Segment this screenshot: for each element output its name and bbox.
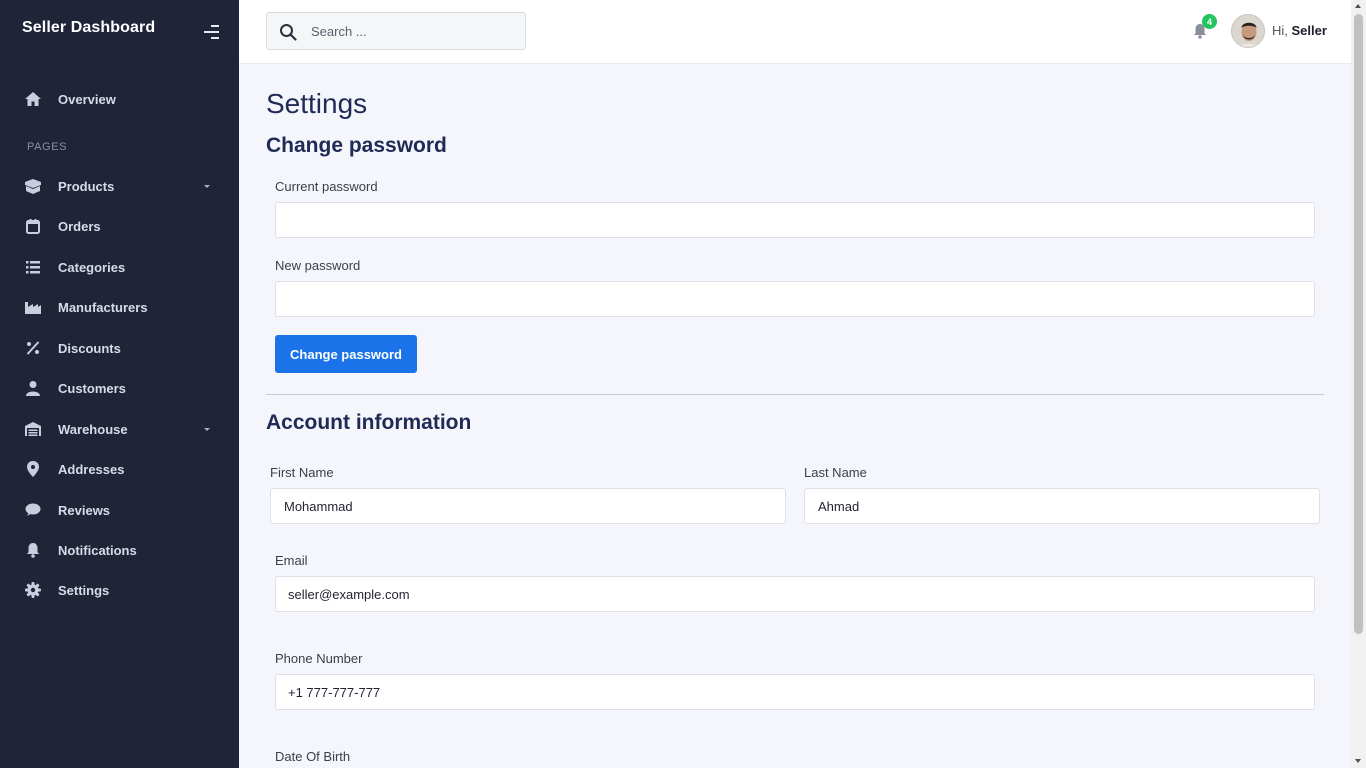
sidebar-item-overview[interactable]: Overview bbox=[0, 81, 239, 117]
sidebar-item-orders[interactable]: Orders bbox=[0, 208, 239, 244]
sidebar-item-label: Warehouse bbox=[58, 421, 128, 437]
chevron-down-icon bbox=[204, 428, 210, 431]
user-name: Seller bbox=[1291, 23, 1327, 38]
search-icon[interactable] bbox=[279, 23, 297, 41]
phone-number-label: Phone Number bbox=[275, 651, 363, 666]
search-box[interactable] bbox=[266, 12, 526, 50]
page-title: Settings bbox=[266, 88, 368, 119]
greeting-prefix: Hi, bbox=[1272, 23, 1292, 38]
current-password-label: Current password bbox=[275, 179, 378, 194]
chevron-down-icon bbox=[204, 185, 210, 188]
sidebar-item-label: Overview bbox=[58, 91, 116, 107]
scroll-up-arrow-icon[interactable] bbox=[1355, 4, 1361, 8]
menu-toggle-icon[interactable] bbox=[201, 22, 223, 42]
sidebar-item-manufacturers[interactable]: Manufacturers bbox=[0, 289, 239, 325]
sidebar-item-addresses[interactable]: Addresses bbox=[0, 451, 239, 487]
new-password-field[interactable] bbox=[275, 281, 1315, 317]
sidebar-item-label: Categories bbox=[58, 259, 126, 275]
phone-number-field[interactable] bbox=[275, 674, 1315, 710]
bell-icon bbox=[24, 541, 42, 559]
date-of-birth-label: Date Of Birth bbox=[275, 749, 351, 764]
sidebar-item-products[interactable]: Products bbox=[0, 168, 239, 204]
sidebar: Seller Dashboard Overview PAGES Products… bbox=[0, 0, 239, 768]
sidebar-item-label: Products bbox=[58, 178, 115, 194]
page-scrollbar[interactable] bbox=[1351, 0, 1366, 768]
avatar[interactable] bbox=[1231, 14, 1265, 48]
section-divider bbox=[266, 394, 1324, 395]
factory-icon bbox=[24, 298, 42, 316]
sidebar-item-notifications[interactable]: Notifications bbox=[0, 532, 239, 568]
account-information-heading: Account information bbox=[266, 411, 472, 434]
email-label: Email bbox=[275, 553, 308, 568]
sidebar-item-categories[interactable]: Categories bbox=[0, 249, 239, 285]
sidebar-section-label: PAGES bbox=[27, 141, 68, 153]
brand-title: Seller Dashboard bbox=[22, 19, 156, 36]
first-name-label: First Name bbox=[270, 465, 334, 480]
email-field[interactable] bbox=[275, 576, 1315, 612]
box-icon bbox=[24, 177, 42, 195]
sidebar-item-label: Discounts bbox=[58, 340, 121, 356]
sidebar-item-label: Addresses bbox=[58, 461, 125, 477]
comment-icon bbox=[24, 501, 42, 519]
change-password-heading: Change password bbox=[266, 134, 447, 157]
map-pin-icon bbox=[24, 460, 42, 478]
sidebar-item-discounts[interactable]: Discounts bbox=[0, 330, 239, 366]
last-name-field[interactable] bbox=[804, 488, 1320, 524]
warehouse-icon bbox=[24, 420, 42, 438]
calendar-icon bbox=[24, 217, 42, 235]
first-name-field[interactable] bbox=[270, 488, 786, 524]
new-password-label: New password bbox=[275, 258, 361, 273]
sidebar-item-warehouse[interactable]: Warehouse bbox=[0, 411, 239, 447]
percent-icon bbox=[24, 339, 42, 357]
sidebar-item-label: Manufacturers bbox=[58, 299, 148, 315]
sidebar-item-label: Settings bbox=[58, 582, 110, 598]
sidebar-item-label: Orders bbox=[58, 218, 101, 234]
last-name-label: Last Name bbox=[804, 465, 867, 480]
current-password-field[interactable] bbox=[275, 202, 1315, 238]
home-icon bbox=[24, 90, 42, 108]
search-input[interactable] bbox=[311, 13, 521, 49]
sidebar-item-label: Notifications bbox=[58, 542, 137, 558]
gear-icon bbox=[24, 581, 42, 599]
list-icon bbox=[24, 258, 42, 276]
user-greeting[interactable]: Hi, Seller bbox=[1272, 23, 1327, 38]
change-password-button[interactable]: Change password bbox=[275, 335, 417, 373]
scroll-down-arrow-icon[interactable] bbox=[1355, 759, 1361, 763]
sidebar-item-reviews[interactable]: Reviews bbox=[0, 492, 239, 528]
top-header: 4 Hi, Seller bbox=[239, 0, 1351, 64]
scrollbar-thumb[interactable] bbox=[1354, 14, 1363, 634]
notification-count-badge: 4 bbox=[1202, 14, 1217, 29]
sidebar-item-customers[interactable]: Customers bbox=[0, 370, 239, 406]
sidebar-item-label: Reviews bbox=[58, 502, 111, 518]
sidebar-item-label: Customers bbox=[58, 380, 126, 396]
user-icon bbox=[24, 379, 42, 397]
sidebar-item-settings[interactable]: Settings bbox=[0, 572, 239, 608]
